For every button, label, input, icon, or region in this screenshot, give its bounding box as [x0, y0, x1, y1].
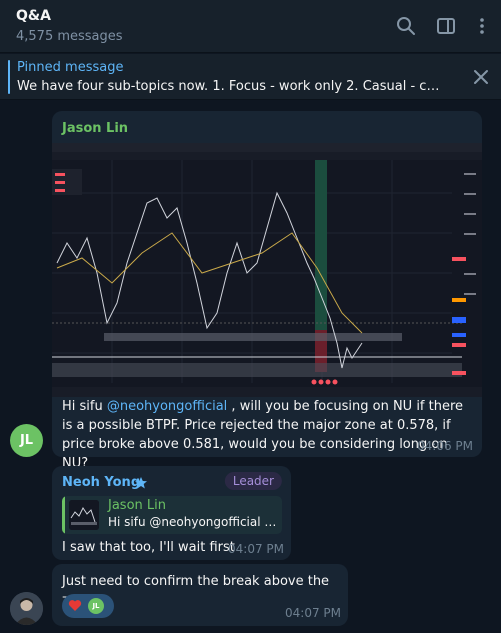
reactor-avatar: JL [88, 598, 104, 614]
message-time: 04:07 PM [228, 542, 284, 556]
message-time: 04:06 PM [417, 439, 473, 453]
mention-link[interactable]: @neohyongofficial [107, 399, 227, 414]
sender-name[interactable]: Neoh Yong [62, 475, 140, 490]
leader-badge: Leader [224, 472, 282, 490]
sender-name[interactable]: Jason Lin [62, 121, 128, 136]
chat-header: Q&A 4,575 messages [0, 0, 501, 53]
message-text: I saw that too, I'll wait first [62, 540, 235, 555]
reply-thumbnail [69, 500, 99, 530]
star-icon [134, 475, 148, 489]
close-icon[interactable] [470, 66, 492, 88]
avatar[interactable] [10, 592, 43, 625]
reply-sender: Jason Lin [108, 498, 166, 513]
reply-preview[interactable]: Jason Lin Hi sifu @neohyongofficial , wi… [62, 496, 282, 534]
message-bubble[interactable]: Just need to confirm the break above the… [52, 564, 348, 626]
pinned-title: Pinned message [17, 60, 124, 75]
sidebar-toggle-icon[interactable] [434, 14, 458, 38]
heart-icon [68, 597, 82, 616]
more-menu-icon[interactable] [470, 14, 494, 38]
chat-title[interactable]: Q&A [16, 8, 51, 24]
reply-text: Hi sifu @neohyongofficial , will you be … [108, 515, 278, 529]
pinned-message-bar[interactable]: Pinned message We have four sub-topics n… [0, 54, 501, 100]
search-icon[interactable] [394, 14, 418, 38]
message-time: 04:07 PM [285, 606, 341, 620]
avatar[interactable]: JL [10, 424, 43, 457]
pinned-text: We have four sub-topics now. 1. Focus - … [17, 79, 447, 94]
message-bubble[interactable]: Jason Lin Hi sifu @neohyongofficial , wi… [52, 111, 482, 471]
member-count: 4,575 messages [16, 29, 123, 44]
reply-indicator [62, 496, 65, 534]
message-text: Hi sifu @neohyongofficial , will you be … [62, 399, 464, 471]
pinned-indicator [8, 60, 10, 94]
chart-screenshot-image[interactable] [52, 143, 482, 397]
message-bubble[interactable]: Neoh Yong Leader Jason Lin Hi sifu @neoh… [52, 466, 291, 560]
reaction-chip[interactable]: JL [62, 594, 114, 618]
